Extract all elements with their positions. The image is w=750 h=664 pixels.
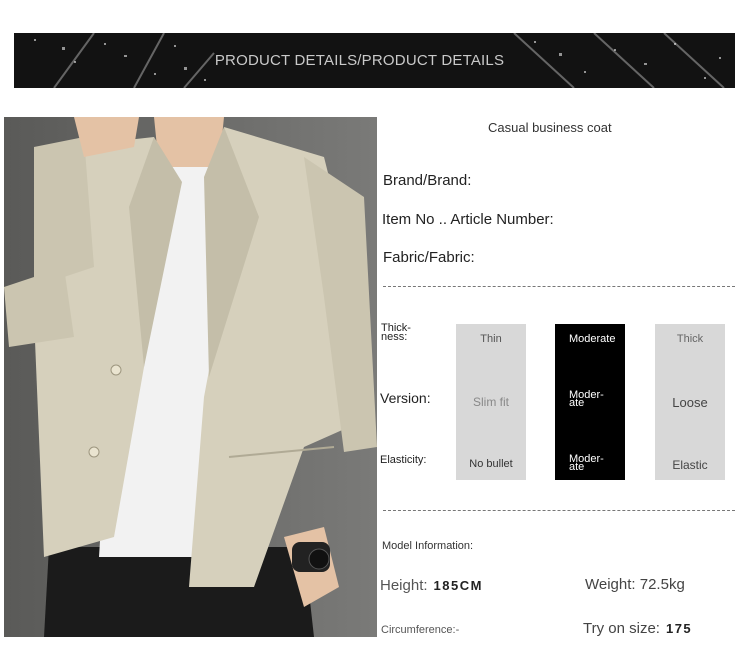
version-label: Version:	[380, 390, 431, 406]
thickness-thin: Thin	[480, 333, 502, 345]
model-weight: Weight: 72.5kg	[585, 576, 685, 593]
model-info-title: Model Information:	[382, 540, 474, 552]
product-name: Casual business coat	[488, 120, 612, 135]
thickness-moderate: Moderate	[569, 333, 616, 345]
brand-label: Brand/Brand:	[383, 172, 472, 189]
option-column-thin: Thin Slim fit No bullet	[456, 324, 526, 480]
elasticity-label: Elasticity:	[380, 454, 427, 466]
product-photo	[4, 117, 377, 637]
banner-title: PRODUCT DETAILS/PRODUCT DETAILS	[214, 52, 505, 69]
fabric-label: Fabric/Fabric:	[383, 249, 475, 266]
divider	[383, 286, 735, 287]
model-height: Height: 185CM	[380, 577, 483, 594]
version-slim-fit: Slim fit	[473, 395, 509, 409]
version-loose: Loose	[672, 395, 708, 410]
try-on-label: Try on size:	[583, 620, 660, 637]
model-circumference: Circumference:-	[381, 624, 460, 636]
thickness-thick: Thick	[676, 333, 704, 345]
elasticity-moderate: Moder- ate	[555, 454, 625, 473]
option-column-moderate-selected: Moderate Moder- ate Moder- ate	[555, 324, 625, 480]
thickness-label-line-2: ness:	[381, 331, 408, 343]
height-value: 185CM	[433, 578, 483, 593]
option-column-thick: Thick Loose Elastic	[655, 324, 725, 480]
divider	[383, 510, 735, 511]
try-on-value: 175	[665, 621, 693, 636]
elasticity-elastic: Elastic	[672, 458, 708, 472]
height-label: Height:	[380, 577, 428, 594]
article-number-label: Item No .. Article Number:	[382, 211, 554, 228]
elasticity-no-bullet: No bullet	[469, 458, 513, 470]
banner: PRODUCT DETAILS/PRODUCT DETAILS	[14, 33, 735, 88]
thickness-label: Thick- ness:	[381, 323, 421, 343]
version-moderate: Moder- ate	[555, 390, 625, 409]
model-try-on-size: Try on size: 175	[583, 620, 692, 637]
